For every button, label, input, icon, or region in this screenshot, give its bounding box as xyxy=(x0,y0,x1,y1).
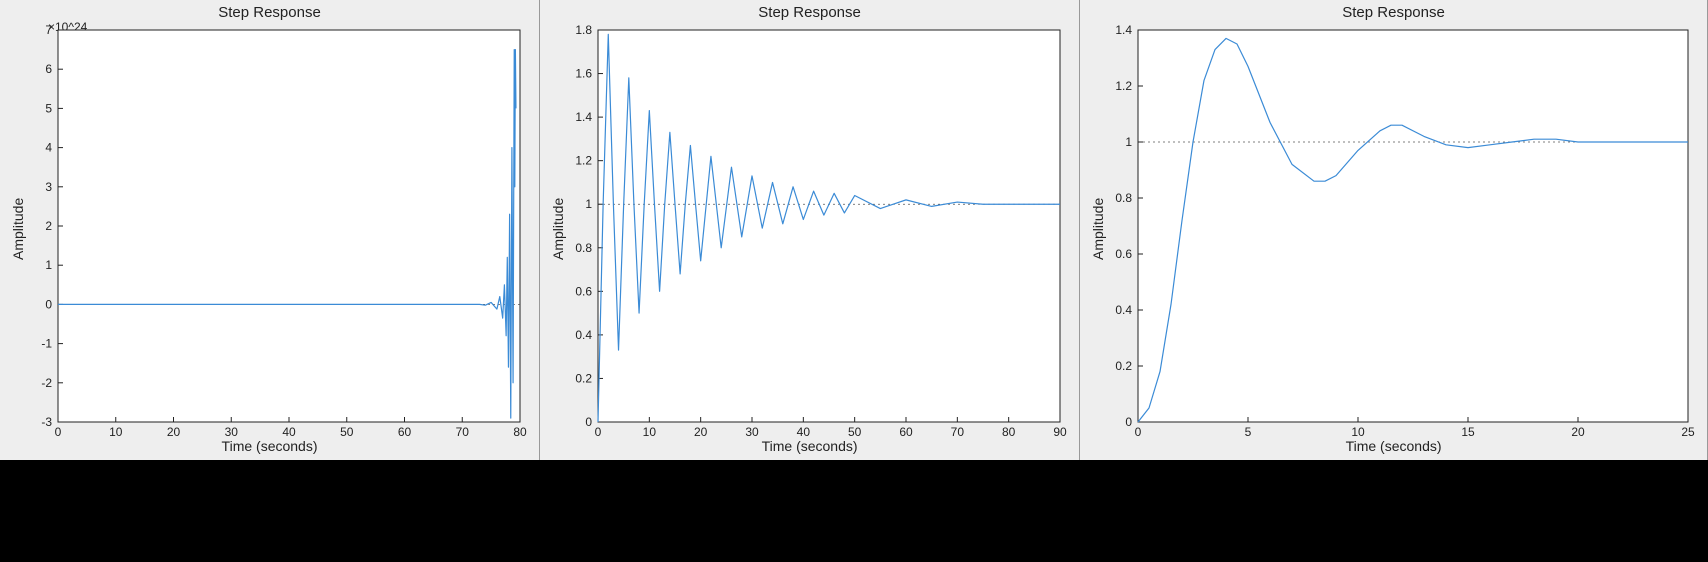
svg-text:0: 0 xyxy=(595,425,602,439)
svg-text:0.8: 0.8 xyxy=(1115,191,1132,205)
svg-text:6: 6 xyxy=(45,62,52,76)
svg-text:40: 40 xyxy=(282,425,296,439)
svg-text:5: 5 xyxy=(1245,425,1252,439)
svg-text:0: 0 xyxy=(55,425,62,439)
bottom-black-area xyxy=(0,460,1708,562)
svg-text:30: 30 xyxy=(745,425,759,439)
svg-text:40: 40 xyxy=(797,425,811,439)
svg-text:1: 1 xyxy=(585,197,592,211)
svg-text:1.4: 1.4 xyxy=(1115,23,1132,37)
chart-panel-2: Step Response Amplitude Time (seconds) 0… xyxy=(540,0,1080,460)
svg-text:0.2: 0.2 xyxy=(1115,359,1132,373)
svg-text:1: 1 xyxy=(45,258,52,272)
svg-text:20: 20 xyxy=(694,425,708,439)
svg-text:10: 10 xyxy=(1351,425,1365,439)
svg-text:10: 10 xyxy=(109,425,123,439)
svg-text:-1: -1 xyxy=(41,337,52,351)
svg-text:3: 3 xyxy=(45,180,52,194)
chart-panel-1: Step Response ×10^24 Amplitude Time (sec… xyxy=(0,0,540,460)
svg-text:10: 10 xyxy=(643,425,657,439)
svg-text:0.4: 0.4 xyxy=(1115,303,1132,317)
svg-text:0.8: 0.8 xyxy=(575,241,592,255)
svg-text:60: 60 xyxy=(899,425,913,439)
svg-text:0.2: 0.2 xyxy=(575,371,592,385)
svg-text:0: 0 xyxy=(585,415,592,429)
svg-text:60: 60 xyxy=(398,425,412,439)
svg-text:0.6: 0.6 xyxy=(1115,247,1132,261)
svg-text:0: 0 xyxy=(1135,425,1142,439)
svg-text:1.6: 1.6 xyxy=(575,67,592,81)
svg-text:25: 25 xyxy=(1681,425,1695,439)
svg-text:1: 1 xyxy=(1125,135,1132,149)
svg-text:50: 50 xyxy=(340,425,354,439)
svg-text:90: 90 xyxy=(1053,425,1067,439)
svg-text:20: 20 xyxy=(1571,425,1585,439)
svg-text:20: 20 xyxy=(167,425,181,439)
svg-text:0: 0 xyxy=(45,297,52,311)
svg-text:50: 50 xyxy=(848,425,862,439)
chart-svg: 0 10 20 30 40 50 60 70 80 -3 -2 -1 0 1 2 3 4 5 6 7 xyxy=(0,0,540,460)
svg-text:1.2: 1.2 xyxy=(575,154,592,168)
svg-text:7: 7 xyxy=(45,23,52,37)
chart-panel-3: Step Response Amplitude Time (seconds) 0… xyxy=(1080,0,1708,460)
svg-text:0.6: 0.6 xyxy=(575,284,592,298)
chart-strip: Step Response ×10^24 Amplitude Time (sec… xyxy=(0,0,1708,460)
svg-text:15: 15 xyxy=(1461,425,1475,439)
svg-text:0.4: 0.4 xyxy=(575,328,592,342)
svg-text:4: 4 xyxy=(45,141,52,155)
svg-text:1.4: 1.4 xyxy=(575,110,592,124)
svg-text:70: 70 xyxy=(456,425,470,439)
svg-text:70: 70 xyxy=(951,425,965,439)
svg-text:5: 5 xyxy=(45,101,52,115)
svg-text:1.2: 1.2 xyxy=(1115,79,1132,93)
chart-svg: 0 5 10 15 20 25 0 0.2 0.4 0.6 0.8 1 1.2 1.4 xyxy=(1080,0,1708,460)
svg-text:-2: -2 xyxy=(41,376,52,390)
svg-text:30: 30 xyxy=(225,425,239,439)
chart-svg: 0 10 20 30 40 50 60 70 80 90 0 0.2 0.4 0.6 0.8 1 1.2 1.4 1… xyxy=(540,0,1080,460)
svg-text:80: 80 xyxy=(513,425,527,439)
svg-text:0: 0 xyxy=(1125,415,1132,429)
svg-text:2: 2 xyxy=(45,219,52,233)
svg-text:80: 80 xyxy=(1002,425,1016,439)
svg-text:-3: -3 xyxy=(41,415,52,429)
svg-text:1.8: 1.8 xyxy=(575,23,592,37)
